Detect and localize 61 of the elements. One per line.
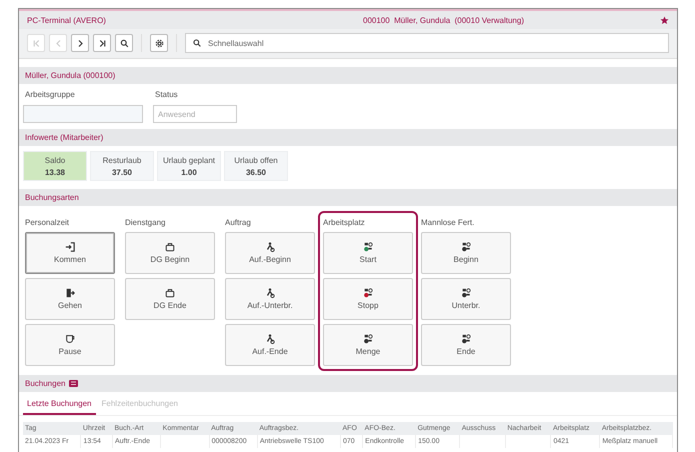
last-button[interactable] (93, 34, 111, 52)
booking-button[interactable]: DG Ende (125, 278, 215, 320)
group-label: Personalzeit (25, 216, 70, 228)
booking-button[interactable]: Auf.-Ende (225, 324, 315, 366)
search-icon (120, 38, 128, 48)
booking-button[interactable]: DG Beginn (125, 232, 215, 274)
briefcase-icon (165, 288, 175, 298)
chevron-left-icon (54, 38, 62, 48)
worker-icon (265, 242, 275, 252)
field-label: Status (154, 90, 179, 99)
door-exit-icon (65, 288, 75, 298)
group-label: Auftrag (225, 216, 252, 228)
window-title: PC-Terminal (AVERO) (27, 16, 107, 24)
briefcase-icon (165, 242, 175, 252)
info-tile: Resturlaub 37.50 (90, 151, 154, 181)
booking-button[interactable]: Auf.-Beginn (225, 232, 315, 274)
section-header: Buchungsarten (19, 189, 677, 206)
booking-button[interactable]: Ende (421, 324, 511, 366)
search-icon (193, 39, 201, 47)
worker-icon (265, 288, 275, 298)
next-button[interactable] (71, 34, 89, 52)
machine-icon (363, 242, 373, 252)
chevron-right-icon (76, 38, 84, 48)
booking-button[interactable]: Stopp (323, 278, 413, 320)
info-tile: Saldo 13.38 (23, 151, 87, 181)
input-field[interactable] (23, 105, 143, 123)
booking-button[interactable]: Kommen (25, 232, 115, 274)
machine-icon (363, 288, 373, 298)
machine-icon (461, 334, 471, 344)
section-title: Buchungen (25, 379, 66, 388)
booking-button[interactable]: Beginn (421, 232, 511, 274)
group-label: Arbeitsplatz (323, 216, 366, 228)
field-label: Arbeitsgruppe (24, 90, 76, 99)
booking-button[interactable]: Pause (25, 324, 115, 366)
cup-icon (65, 334, 75, 344)
booking-button[interactable]: Auf.-Unterbr. (225, 278, 315, 320)
star-icon[interactable] (660, 16, 669, 24)
booking-button[interactable]: Start (323, 232, 413, 274)
machine-icon (363, 334, 373, 344)
machine-icon (461, 242, 471, 252)
machine-icon (461, 288, 471, 298)
gear-icon (154, 38, 164, 48)
info-tile: Urlaub geplant 1.00 (157, 151, 221, 181)
employee-title: 000100 Müller, Gundula (00010 Verwaltung) (362, 16, 525, 24)
booking-button[interactable]: Menge (323, 324, 413, 366)
info-tile: Urlaub offen 36.50 (224, 151, 288, 181)
tab[interactable]: Letzte Buchungen (23, 395, 96, 415)
section-header: Müller, Gundula (000100) (19, 67, 677, 84)
skip-back-icon (32, 38, 40, 48)
settings-button[interactable] (150, 34, 168, 52)
group-label: Mannlose Fert. (421, 216, 476, 228)
skip-forward-icon (98, 38, 106, 48)
door-enter-icon (65, 242, 75, 252)
booking-button[interactable]: Unterbr. (421, 278, 511, 320)
booking-button[interactable]: Gehen (25, 278, 115, 320)
group-label: Dienstgang (125, 216, 166, 228)
search-button[interactable] (115, 34, 133, 52)
worker-icon (265, 334, 275, 344)
search-field[interactable]: Schnellauswahl (185, 33, 669, 53)
section-header: Infowerte (Mitarbeiter) (19, 129, 677, 146)
table-icon[interactable] (69, 380, 78, 387)
